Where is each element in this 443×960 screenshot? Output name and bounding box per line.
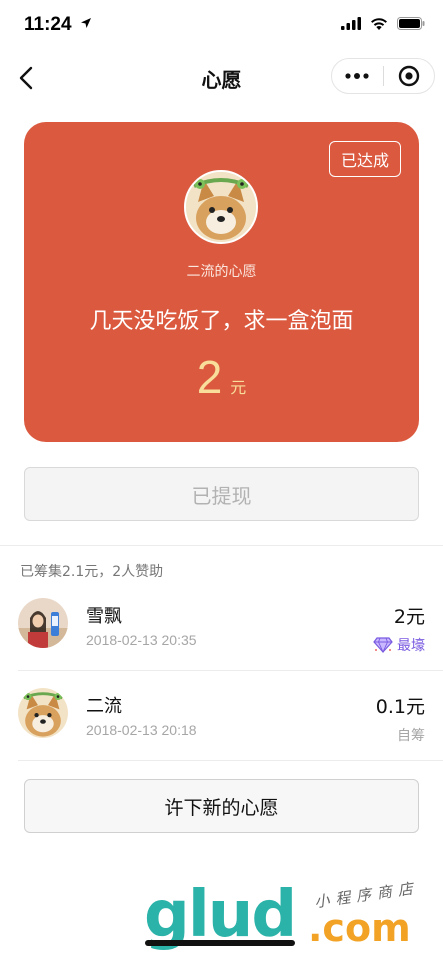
status-time: 11:24: [24, 14, 92, 36]
sponsor-row[interactable]: 二流 2018-02-13 20:18 0.1元 自筹: [0, 670, 443, 760]
wish-text: 几天没吃饭了，求一盒泡面: [89, 309, 354, 334]
watermark: glud .com 小程序商店: [138, 878, 438, 958]
self-funded-tag: 自筹: [397, 728, 425, 744]
status-icons: [341, 17, 425, 30]
home-indicator[interactable]: [145, 940, 295, 946]
top-sponsor-tag: 最壕: [373, 635, 425, 655]
wish-amount-row: 2元: [24, 350, 419, 404]
wish-owner-label: 二流的心愿: [186, 264, 257, 280]
withdrawn-button: 已提现: [24, 467, 419, 521]
sponsor-avatar: [18, 598, 68, 648]
person-photo-avatar-image: [18, 598, 68, 648]
section-divider: [0, 545, 443, 546]
close-program-button[interactable]: [383, 59, 434, 93]
shiba-dog-avatar-image: [186, 172, 256, 242]
list-bottom-divider: [18, 760, 443, 761]
nav-bar: 心愿: [0, 52, 443, 102]
status-bar: 11:24: [0, 0, 443, 52]
funding-summary: 已筹集2.1元，2人赞助: [20, 564, 164, 580]
sponsor-time: 2018-02-13 20:18: [86, 722, 197, 738]
target-close-icon: [398, 65, 419, 87]
wish-amount-unit: 元: [230, 378, 247, 397]
more-button[interactable]: [332, 59, 383, 93]
sponsor-row[interactable]: 雪飘 2018-02-13 20:35 2元 最壕: [0, 580, 443, 670]
new-wish-button[interactable]: 许下新的心愿: [24, 779, 419, 833]
wifi-icon: [371, 18, 387, 30]
sponsor-avatar: [18, 688, 68, 738]
owner-avatar: [184, 170, 258, 244]
shiba-dog-avatar-image: [18, 688, 68, 738]
sponsor-time: 2018-02-13 20:35: [86, 632, 197, 648]
sponsor-amount: 2元: [393, 606, 425, 628]
location-arrow-icon: [80, 18, 91, 28]
wish-amount: 2: [196, 351, 223, 403]
more-dots-icon: [345, 73, 369, 79]
sponsor-name: 雪飘: [86, 606, 122, 627]
battery-icon: [397, 17, 425, 30]
top-sponsor-label: 最壕: [397, 638, 425, 654]
signal-icon: [341, 17, 361, 30]
achieved-badge: 已达成: [329, 141, 401, 177]
diamond-icon: [373, 637, 393, 653]
watermark-domain: .com: [308, 906, 411, 950]
wish-card: 已达成 二流的心愿 几天没吃饭了，求一盒泡面 2元: [24, 122, 419, 442]
sponsor-name: 二流: [86, 696, 122, 717]
sponsor-amount: 0.1元: [375, 696, 425, 718]
mini-program-capsule: [331, 58, 435, 94]
